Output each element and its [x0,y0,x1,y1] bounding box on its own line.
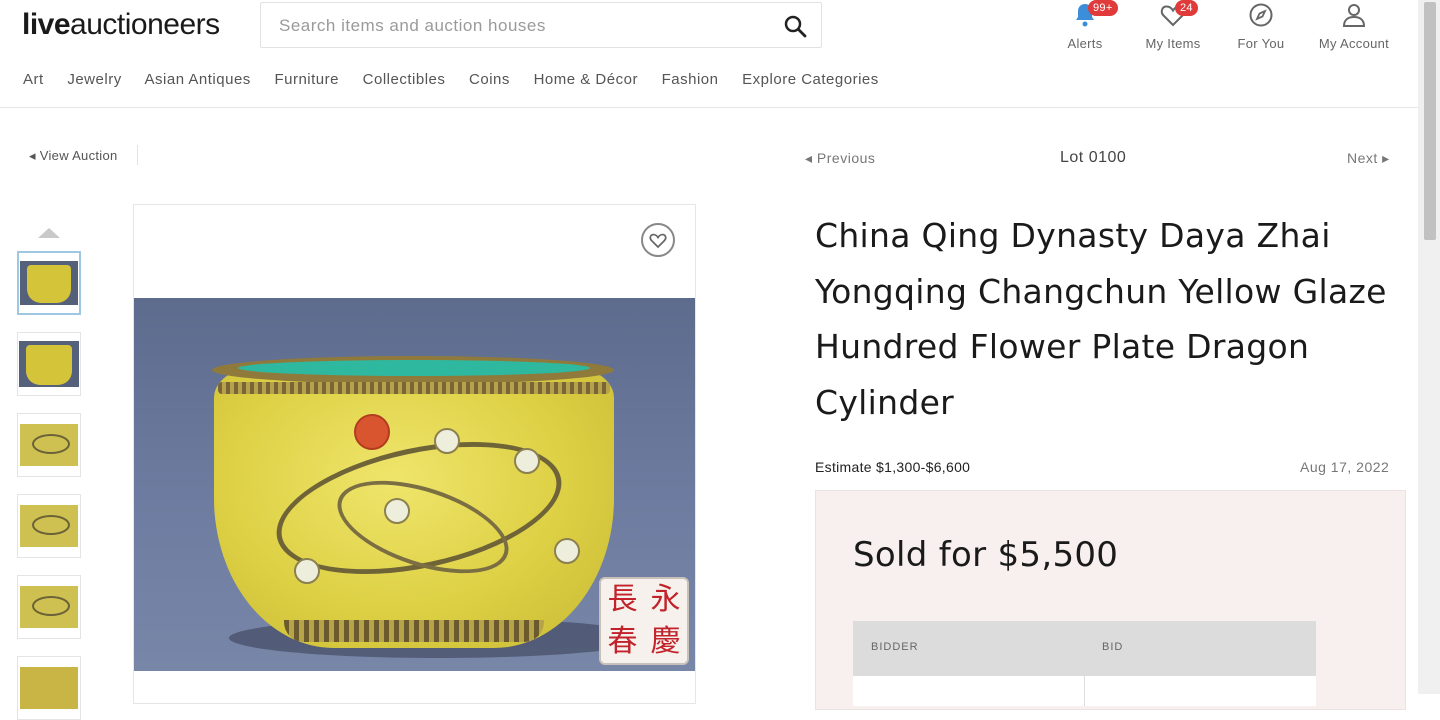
my-items-badge: 24 [1175,0,1198,16]
view-auction-label: View Auction [39,148,118,163]
lot-estimate: Estimate $1,300-$6,600 [815,459,971,475]
next-lot-button[interactable]: Next ▸ [1347,150,1390,167]
search-bar [260,2,822,49]
alerts-button[interactable]: 99+ Alerts [1063,0,1118,51]
nav-collectibles[interactable]: Collectibles [363,71,446,88]
thumbnail-3[interactable] [17,413,81,477]
previous-label: Previous [816,150,876,166]
next-label: Next [1347,150,1378,166]
scrollbar-thumb[interactable] [1424,2,1436,240]
auction-date: Aug 17, 2022 [1300,459,1390,475]
search-icon[interactable] [783,14,807,38]
nav-asian-antiques[interactable]: Asian Antiques [145,71,251,88]
page-scrollbar[interactable] [1418,0,1440,694]
previous-lot-button[interactable]: ◂ Previous [805,150,875,167]
compass-icon [1249,3,1273,27]
alerts-label: Alerts [1067,36,1103,51]
nav-art[interactable]: Art [23,71,44,88]
nav-jewelry[interactable]: Jewelry [67,71,121,88]
my-items-button[interactable]: 24 My Items [1141,0,1205,51]
alerts-badge: 99+ [1088,0,1118,16]
thumbnail-4[interactable] [17,494,81,558]
for-you-button[interactable]: For You [1233,2,1289,51]
chevron-left-icon: ◂ [29,148,40,163]
favorite-button[interactable] [641,223,675,257]
sold-price: Sold for $5,500 [853,535,1119,575]
site-logo[interactable]: liveauctioneers [22,8,220,42]
bid-column-header: BID [1102,641,1124,653]
divider [137,145,138,165]
header-divider [0,107,1418,108]
user-icon [1342,4,1366,27]
nav-fashion[interactable]: Fashion [662,71,719,88]
search-input[interactable] [261,3,781,49]
seal-watermark: 長永 春慶 [599,577,689,665]
view-auction-link[interactable]: ◂ View Auction [29,148,118,164]
thumbnail-5[interactable] [17,575,81,639]
thumbnail-1[interactable] [17,251,81,315]
thumbnail-scroll-up-icon[interactable] [38,228,60,238]
lot-number: Lot 0100 [1060,149,1127,166]
nav-coins[interactable]: Coins [469,71,510,88]
chevron-left-icon: ◂ [805,150,817,166]
my-account-label: My Account [1318,36,1390,51]
chevron-right-icon: ▸ [1377,150,1390,166]
bidder-column-header: BIDDER [871,641,919,653]
nav-explore-categories[interactable]: Explore Categories [742,71,879,88]
nav-home-decor[interactable]: Home & Décor [534,71,638,88]
category-nav: Art Jewelry Asian Antiques Furniture Col… [23,71,898,88]
for-you-label: For You [1237,36,1285,51]
heart-icon [649,233,667,249]
nav-furniture[interactable]: Furniture [274,71,339,88]
lot-title: China Qing Dynasty Daya Zhai Yongqing Ch… [815,216,1387,422]
thumbnail-6[interactable] [17,656,81,720]
bid-table-header: BIDDER BID [853,621,1316,676]
my-items-label: My Items [1145,36,1201,51]
lot-main-image[interactable]: 長永 春慶 [134,298,695,671]
thumbnail-2[interactable] [17,332,81,396]
my-account-button[interactable]: My Account [1312,2,1396,51]
table-row [853,676,1316,706]
